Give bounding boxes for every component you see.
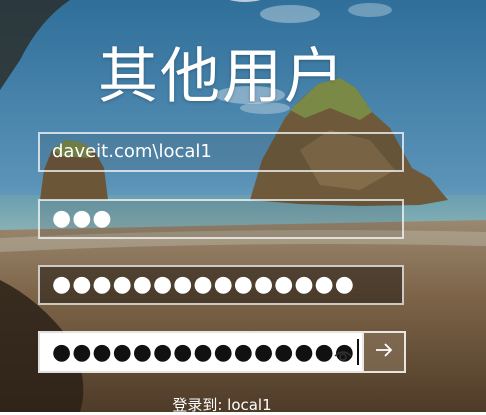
- page-title: 其他用户: [98, 42, 346, 112]
- password-field[interactable]: ●●●●●●●●●●●●●●●: [38, 265, 404, 305]
- submit-button[interactable]: [362, 333, 404, 371]
- arrow-right-icon: [374, 341, 394, 363]
- eye-icon[interactable]: [334, 344, 352, 361]
- pin-field[interactable]: ●●●: [38, 199, 404, 239]
- text-caret: [356, 339, 359, 365]
- username-field[interactable]: daveit.com\local1: [38, 132, 404, 172]
- confirm-password-field[interactable]: ●●●●●●●●●●●●●●●: [38, 331, 406, 373]
- confirm-password-input[interactable]: ●●●●●●●●●●●●●●●: [40, 333, 362, 371]
- confirm-password-value: ●●●●●●●●●●●●●●●: [52, 339, 355, 365]
